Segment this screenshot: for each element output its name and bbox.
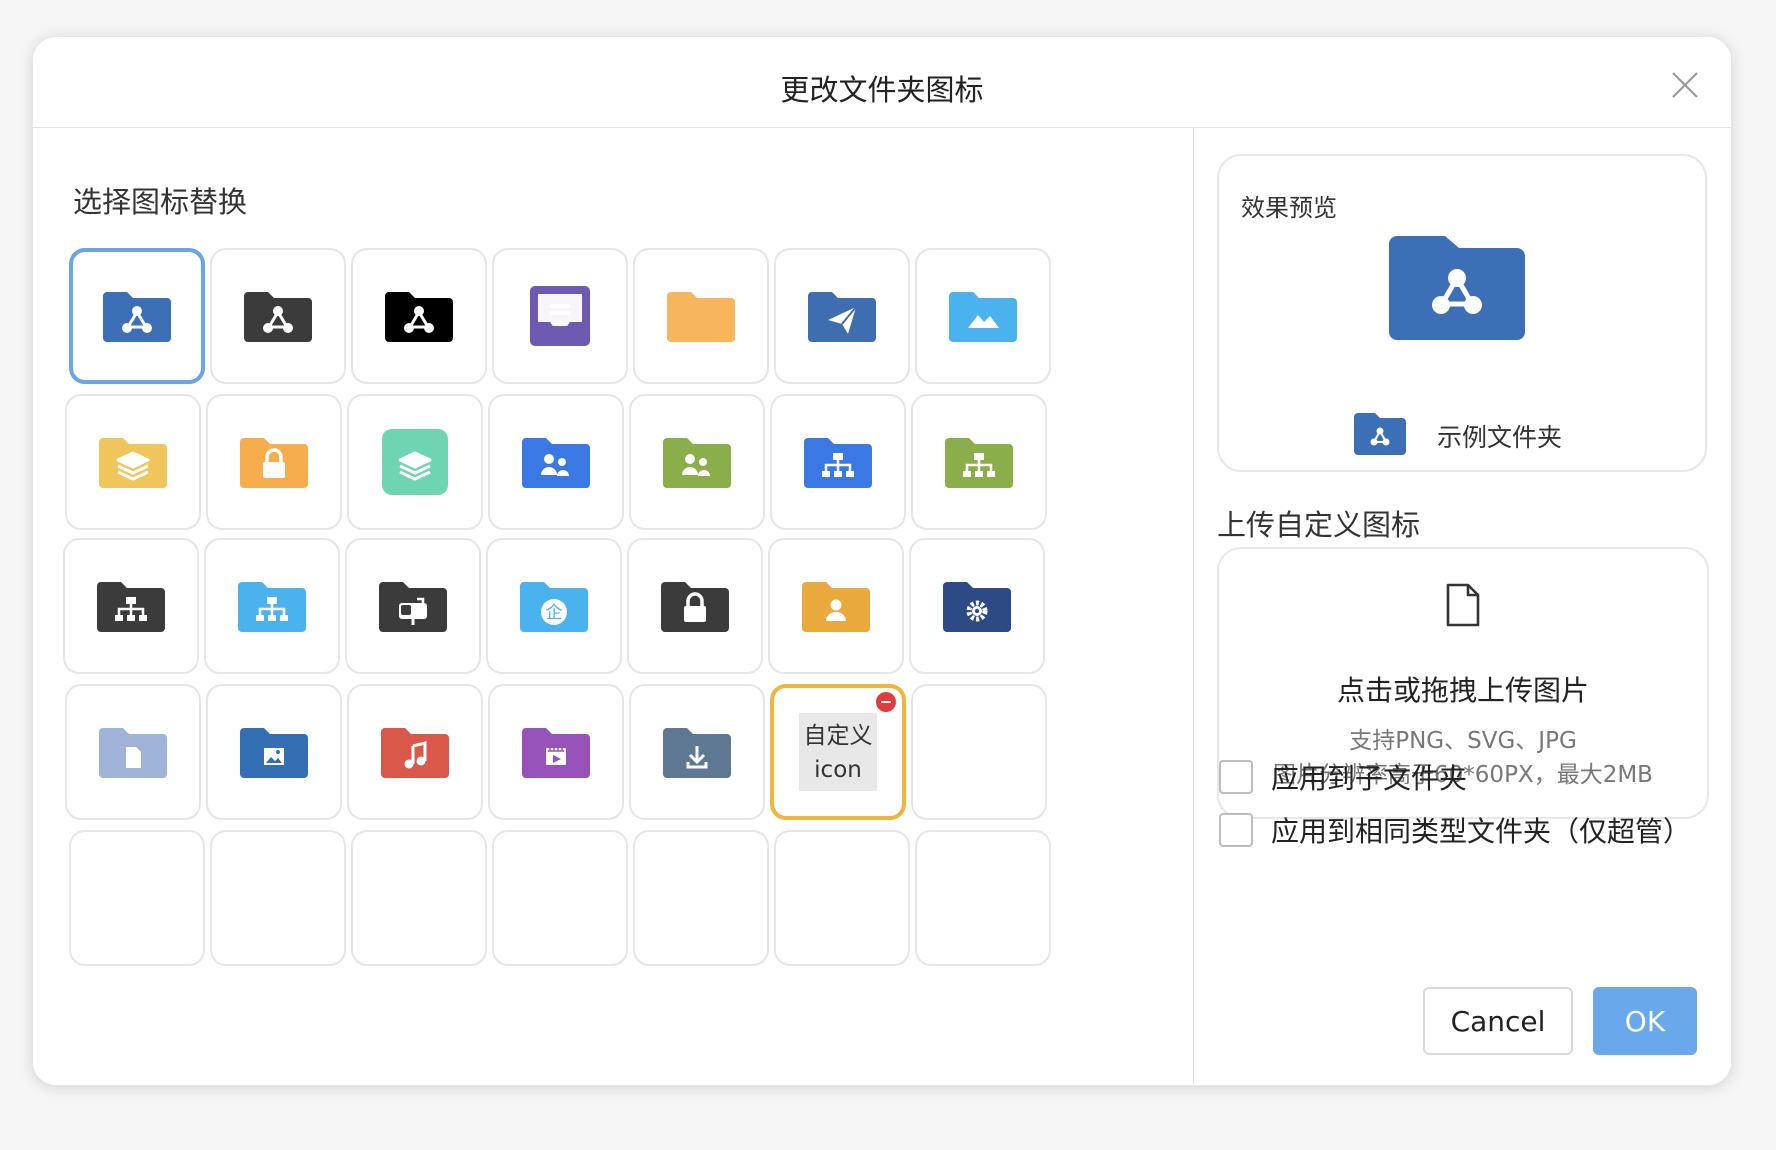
icon-option-folder-layers-yellow[interactable] [65,394,201,530]
apply-same-type-checkbox[interactable] [1219,813,1253,847]
icon-option-folder-users-green[interactable] [629,394,765,530]
folder-mailbox-dark-icon [373,566,453,646]
folder-enterprise-lightblue-icon: 企 [514,566,594,646]
folder-lock-dark-icon [655,566,735,646]
file-icon [1445,583,1481,631]
folder-share-black-icon [379,276,459,356]
cancel-button[interactable]: Cancel [1423,987,1573,1055]
icon-option-folder-video-purple[interactable] [488,684,624,820]
change-folder-icon-dialog: 更改文件夹图标 选择图标替换 企自定义icon 效果预览 示例文件夹 上传自定义… [32,36,1732,1086]
icon-option-folder-plain-orange[interactable] [633,248,769,384]
upload-format-hint: 支持PNG、SVG、JPG [1349,728,1577,754]
icon-option-custom-icon[interactable]: 自定义icon [770,684,906,820]
panel-divider [1193,128,1194,1085]
folder-send-blue-icon [802,276,882,356]
empty-icon-slot [633,830,769,966]
icon-option-folder-share-dark[interactable] [210,248,346,384]
folder-picture-blue-icon [234,712,314,792]
folder-music-red-icon [375,712,455,792]
preview-label: 效果预览 [1241,194,1337,222]
folder-layers-yellow-icon [93,422,173,502]
empty-icon-slot [492,830,628,966]
icon-option-inbox-purple[interactable] [492,248,628,384]
icon-option-folder-lock-dark[interactable] [627,538,763,674]
icon-option-folder-lock-orange[interactable] [206,394,342,530]
preview-folder-large-icon [1387,234,1527,348]
folder-org-green-icon [939,422,1019,502]
icon-option-folder-image-lightblue[interactable] [915,248,1051,384]
folder-org-lightblue-icon [232,566,312,646]
icon-option-folder-share-black[interactable] [351,248,487,384]
dialog-title: 更改文件夹图标 [780,73,984,107]
folder-plain-orange-icon [661,276,741,356]
icon-option-folder-music-red[interactable] [347,684,483,820]
preview-folder-small-icon [1353,412,1407,460]
icon-option-folder-org-dark[interactable] [63,538,199,674]
icon-option-folder-mailbox-dark[interactable] [345,538,481,674]
icon-option-folder-download-slate[interactable] [629,684,765,820]
apply-same-type-option[interactable]: 应用到相同类型文件夹（仅超管） [1219,812,1691,848]
icon-option-folder-share-blue[interactable] [69,248,205,384]
icon-option-folder-contact-orange[interactable] [768,538,904,674]
folder-users-blue-icon [516,422,596,502]
remove-custom-icon[interactable] [876,692,896,712]
icon-option-folder-settings-navy[interactable] [909,538,1045,674]
empty-icon-slot [351,830,487,966]
empty-icon-slot [69,830,205,966]
close-icon [1672,72,1698,98]
close-button[interactable] [1665,65,1705,105]
ok-button[interactable]: OK [1593,987,1697,1055]
preview-folder-name: 示例文件夹 [1437,423,1563,452]
apply-same-type-label: 应用到相同类型文件夹（仅超管） [1271,815,1692,848]
folder-share-dark-icon [238,276,318,356]
folder-users-green-icon [657,422,737,502]
apply-subfolders-label: 应用到子文件夹 [1271,762,1468,795]
apply-subfolders-checkbox[interactable] [1219,760,1253,794]
icon-option-folder-enterprise-lightblue[interactable]: 企 [486,538,622,674]
icon-option-folder-org-green[interactable] [911,394,1047,530]
icon-option-folder-send-blue[interactable] [774,248,910,384]
custom-icon-label: 自定义icon [799,713,877,791]
folder-download-slate-icon [657,712,737,792]
icon-option-folder-org-lightblue[interactable] [204,538,340,674]
icon-option-folder-users-blue[interactable] [488,394,624,530]
empty-icon-slot [911,684,1047,820]
icon-option-folder-document-lavender[interactable] [65,684,201,820]
upload-main-text: 点击或拖拽上传图片 [1336,674,1589,707]
inbox-purple-icon [520,276,600,356]
empty-icon-slot [774,830,910,966]
icon-option-folder-picture-blue[interactable] [206,684,342,820]
folder-settings-navy-icon [937,566,1017,646]
empty-icon-slot [210,830,346,966]
dialog-header: 更改文件夹图标 [33,37,1731,128]
icon-option-folder-org-blue[interactable] [770,394,906,530]
folder-lock-orange-icon [234,422,314,502]
folder-contact-orange-icon [796,566,876,646]
folder-image-lightblue-icon [943,276,1023,356]
folder-org-blue-icon [798,422,878,502]
layers-green-icon [375,422,455,502]
folder-org-dark-icon [91,566,171,646]
icon-option-layers-green[interactable] [347,394,483,530]
apply-subfolders-option[interactable]: 应用到子文件夹 [1219,759,1467,795]
icon-picker-title: 选择图标替换 [73,185,248,219]
svg-text:企: 企 [546,603,563,623]
empty-icon-slot [915,830,1051,966]
preview-card: 效果预览 示例文件夹 [1217,154,1707,472]
folder-video-purple-icon [516,712,596,792]
upload-section-title: 上传自定义图标 [1217,508,1421,542]
folder-document-lavender-icon [93,712,173,792]
folder-share-blue-icon [97,276,177,356]
